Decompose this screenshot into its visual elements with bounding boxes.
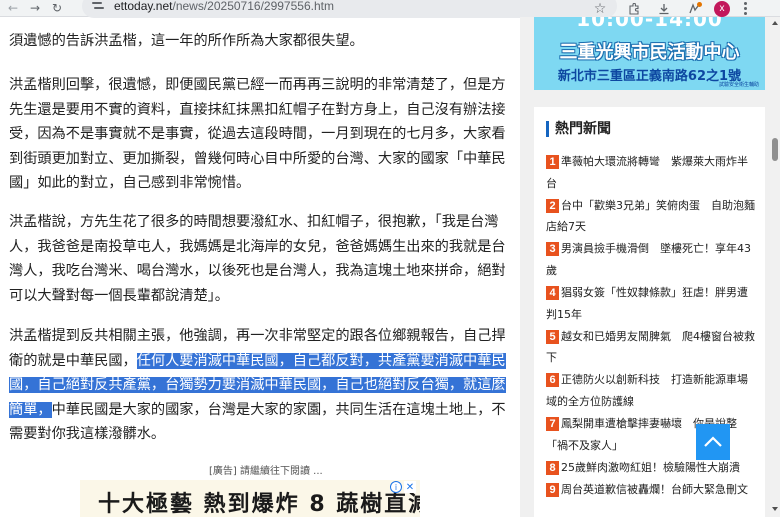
article-paragraph: 洪孟楷提到反共相關主張，他強調，再一次非常堅定的跟各位鄉親報告，自己捍衛的就是中… — [9, 324, 509, 447]
rank-badge: 2 — [546, 198, 559, 213]
hot-news-link[interactable]: 準薇帕大環流將轉彎 紫爆萊大雨炸半台 — [546, 155, 748, 190]
paragraph-text: 中華民國是大家的國家，台灣是大家的家園，共同生活在這塊土地上，不需要對你我這樣潑… — [9, 401, 506, 443]
banner-footnote: 試驗安全衛生輔助 — [718, 82, 759, 88]
ad-text: 十大極藝 熱到爆炸 8 蔬樹直減 必 — [98, 492, 420, 517]
scroll-up-arrow-icon[interactable] — [772, 21, 778, 25]
hot-news-link[interactable]: 25歲鮮肉激吻紅姐！檢驗陽性大崩潰 — [561, 461, 740, 474]
ad-info-icon[interactable]: i — [390, 481, 402, 493]
rank-badge: 3 — [546, 242, 559, 257]
chevron-up-icon — [704, 436, 722, 447]
hot-news-title: 熱門新聞 — [546, 121, 611, 137]
browser-toolbar: ← → ↻ ettoday.net/news/20250716/2997556.… — [0, 0, 780, 18]
rank-badge: 8 — [546, 460, 559, 475]
rank-badge: 4 — [546, 286, 559, 301]
hot-news-link[interactable]: 台中「歡樂3兄弟」笑俯肉蛋 自助泡麵店給7天 — [546, 199, 755, 234]
profile-avatar[interactable]: x — [714, 0, 730, 17]
reload-icon[interactable]: ↻ — [46, 0, 68, 17]
article-paragraph: 洪孟楷說，方先生花了很多的時間想要潑紅水、扣紅帽子，很抱歉，「我是台灣人，我爸爸… — [9, 214, 506, 304]
scroll-down-arrow-icon[interactable] — [772, 507, 778, 511]
article-paragraph: 洪孟楷則回擊，很遺憾，即便國民黨已經一而再再三說明的非常清楚了，但是方先生還是要… — [9, 77, 506, 192]
ad-close-icon[interactable]: ✕ — [404, 481, 416, 493]
hot-news-item[interactable]: 4 猖弱女簽「性奴隸條款」狂虐！胖男遭判15年 — [546, 282, 758, 325]
browser-menu-icon[interactable] — [740, 0, 750, 17]
download-icon[interactable] — [654, 0, 674, 17]
rank-badge: 7 — [546, 417, 559, 432]
hot-news-item[interactable]: 3 男演員撿手機滑倒 墜樓死亡！享年43歲 — [546, 238, 758, 281]
hot-news-link[interactable]: 正德防火以創新科技 打造新能源車場域的全方位防護線 — [546, 373, 748, 408]
hot-news-item[interactable]: 8 25歲鮮肉激吻紅姐！檢驗陽性大崩潰 — [546, 457, 758, 479]
scrollbar-thumb[interactable] — [772, 138, 778, 161]
forward-arrow-icon[interactable]: → — [24, 0, 46, 17]
extensions-icon[interactable] — [624, 0, 644, 17]
page-scrollbar[interactable] — [770, 17, 780, 517]
event-banner-ad[interactable]: 10:00-14:00 三重光興市民活動中心 新北市三重區正義南路62之1號 試… — [534, 17, 765, 90]
site-settings-icon[interactable] — [92, 1, 106, 11]
address-bar[interactable]: ettoday.net/news/20250716/2997556.htm — [82, 0, 617, 18]
rank-badge: 6 — [546, 373, 559, 388]
hot-news-item[interactable]: 6 正德防火以創新科技 打造新能源車場域的全方位防護線 — [546, 369, 758, 412]
hot-news-item[interactable]: 5 越女和已婚男友鬧脾氣 爬4樓窗台被救下 — [546, 326, 758, 369]
rank-badge: 5 — [546, 329, 559, 344]
banner-title: 三重光興市民活動中心 — [559, 42, 740, 63]
banner-time: 10:00-14:00 — [576, 17, 723, 31]
hot-news-item[interactable]: 1 準薇帕大環流將轉彎 紫爆萊大雨炸半台 — [546, 151, 758, 194]
rank-badge: 9 — [546, 482, 559, 497]
hot-news-link[interactable]: 越女和已婚男友鬧脾氣 爬4樓窗台被救下 — [546, 330, 755, 365]
ad-banner[interactable]: 十大極藝 熱到爆炸 8 蔬樹直減 必 — [80, 480, 420, 517]
hot-news-item[interactable]: 9 周台英道歉信被轟爛！台師大緊急刪文 — [546, 479, 758, 501]
hot-news-link[interactable]: 猖弱女簽「性奴隸條款」狂虐！胖男遭判15年 — [546, 286, 748, 321]
rank-badge: 1 — [546, 155, 559, 169]
back-arrow-icon[interactable]: ← — [2, 0, 24, 17]
article-paragraph: 須遺憾的告訴洪孟楷，這一年的所作所為大家都很失望。 — [9, 33, 364, 49]
url-text: ettoday.net/news/20250716/2997556.htm — [114, 0, 334, 13]
hot-news-panel: 熱門新聞 1 準薇帕大環流將轉彎 紫爆萊大雨炸半台 2 台中「歡樂3兄弟」笑俯肉蛋 … — [534, 107, 765, 517]
hot-news-link[interactable]: 周台英道歉信被轟爛！台師大緊急刪文 — [561, 483, 748, 496]
performance-icon[interactable] — [684, 0, 704, 17]
back-to-top-button[interactable] — [696, 424, 730, 460]
hot-news-link[interactable]: 男演員撿手機滑倒 墜樓死亡！享年43歲 — [546, 242, 751, 277]
hot-news-item[interactable]: 2 台中「歡樂3兄弟」笑俯肉蛋 自助泡麵店給7天 — [546, 195, 758, 238]
bookmark-star-icon[interactable]: ☆ — [591, 0, 609, 17]
